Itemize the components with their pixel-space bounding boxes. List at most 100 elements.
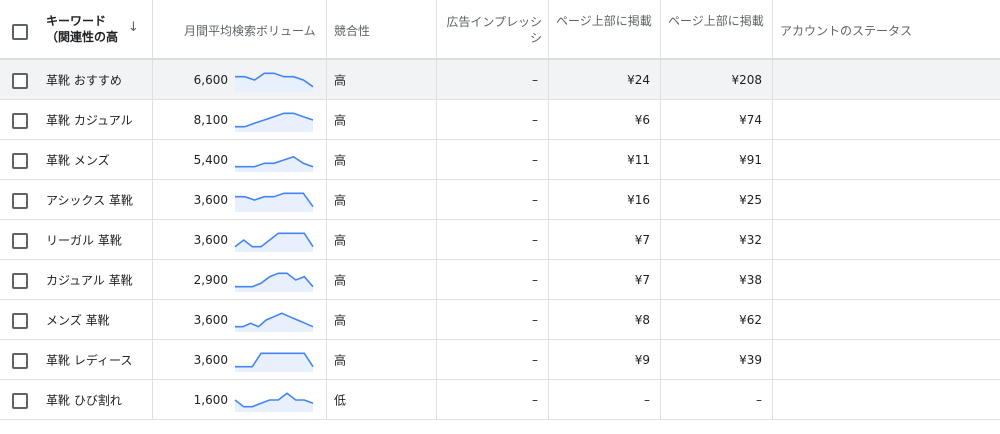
keyword-cell: カジュアル 革靴 [36, 260, 152, 299]
arrow-down-icon[interactable]: ↓ [128, 20, 139, 35]
bid-low-cell: ¥6 [548, 100, 660, 139]
competition-cell: 高 [326, 180, 436, 219]
bid-low-cell: – [548, 380, 660, 419]
row-checkbox[interactable] [12, 152, 28, 169]
row-checkbox-cell [0, 300, 36, 339]
sparkline-area [235, 273, 313, 292]
header-keyword[interactable]: キーワード （関連性の高 ↓ [36, 0, 152, 58]
competition-cell: 高 [326, 100, 436, 139]
keyword-text: カジュアル 革靴 [46, 273, 133, 287]
keyword-cell: 革靴 レディース [36, 340, 152, 379]
table-row[interactable]: リーガル 革靴 3,600 高 – ¥7 ¥32 [0, 220, 1000, 260]
keyword-text: アシックス 革靴 [46, 193, 133, 207]
impression-cell: – [436, 260, 548, 299]
bid-low-cell: ¥24 [548, 60, 660, 99]
competition-cell: 高 [326, 60, 436, 99]
header-volume[interactable]: 月間平均検索ボリューム [152, 0, 326, 58]
table-row[interactable]: 革靴 レディース 3,600 高 – ¥9 ¥39 [0, 340, 1000, 380]
row-checkbox-cell [0, 340, 36, 379]
row-checkbox-cell [0, 140, 36, 179]
impression-value: – [532, 312, 538, 327]
bid-low-value: ¥11 [627, 152, 650, 167]
row-checkbox[interactable] [12, 352, 28, 369]
header-impression[interactable]: 広告インプレッシ シ [436, 0, 548, 58]
row-checkbox[interactable] [12, 72, 28, 89]
bid-low-cell: ¥7 [548, 220, 660, 259]
account-status-cell [772, 100, 1000, 139]
impression-cell: – [436, 100, 548, 139]
bid-high-value: ¥32 [739, 232, 762, 247]
row-checkbox-cell [0, 220, 36, 259]
table-row[interactable]: アシックス 革靴 3,600 高 – ¥16 ¥25 [0, 180, 1000, 220]
row-checkbox[interactable] [12, 192, 28, 209]
keyword-text: 革靴 カジュアル [46, 113, 133, 127]
select-all-checkbox[interactable] [12, 24, 28, 40]
row-checkbox[interactable] [12, 232, 28, 249]
row-checkbox[interactable] [12, 272, 28, 289]
keyword-cell: メンズ 革靴 [36, 300, 152, 339]
bid-low-value: ¥8 [634, 312, 650, 327]
header-bid-high[interactable]: ページ上部に掲載 [660, 0, 772, 58]
table-row[interactable]: カジュアル 革靴 2,900 高 – ¥7 ¥38 [0, 260, 1000, 300]
impression-cell: – [436, 140, 548, 179]
table-row[interactable]: メンズ 革靴 3,600 高 – ¥8 ¥62 [0, 300, 1000, 340]
keyword-cell: 革靴 ひび割れ [36, 380, 152, 419]
table-row[interactable]: 革靴 おすすめ 6,600 高 – ¥24 ¥208 [0, 60, 1000, 100]
volume-value: 3,600 [193, 192, 228, 207]
trend-sparkline[interactable] [234, 388, 314, 412]
row-checkbox-cell [0, 380, 36, 419]
keyword-text: リーガル 革靴 [46, 233, 122, 247]
competition-value: 高 [334, 113, 347, 127]
trend-sparkline[interactable] [234, 148, 314, 172]
impression-cell: – [436, 220, 548, 259]
row-checkbox-cell [0, 180, 36, 219]
impression-value: – [532, 112, 538, 127]
impression-cell: – [436, 340, 548, 379]
bid-high-column-title: ページ上部に掲載 [668, 14, 764, 28]
header-account-status[interactable]: アカウントのステータス [772, 0, 1000, 58]
volume-cell: 3,600 [152, 340, 326, 379]
volume-value: 6,600 [193, 72, 228, 87]
header-bid-low[interactable]: ページ上部に掲載 [548, 0, 660, 58]
impression-value: – [532, 152, 538, 167]
bid-high-cell: ¥25 [660, 180, 772, 219]
trend-sparkline[interactable] [234, 188, 314, 212]
trend-sparkline[interactable] [234, 268, 314, 292]
impression-cell: – [436, 300, 548, 339]
volume-value: 5,400 [193, 152, 228, 167]
competition-value: 低 [334, 393, 347, 407]
competition-value: 高 [334, 153, 347, 167]
table-row[interactable]: 革靴 カジュアル 8,100 高 – ¥6 ¥74 [0, 100, 1000, 140]
table-row[interactable]: 革靴 ひび割れ 1,600 低 – – – [0, 380, 1000, 420]
trend-sparkline[interactable] [234, 68, 314, 92]
volume-column-title: 月間平均検索ボリューム [184, 24, 316, 38]
volume-value: 3,600 [193, 312, 228, 327]
bid-high-value: ¥62 [739, 312, 762, 327]
bid-low-cell: ¥11 [548, 140, 660, 179]
row-checkbox-cell [0, 60, 36, 99]
trend-sparkline[interactable] [234, 308, 314, 332]
trend-sparkline[interactable] [234, 348, 314, 372]
keyword-cell: リーガル 革靴 [36, 220, 152, 259]
bid-low-cell: ¥16 [548, 180, 660, 219]
impression-column-title: 広告インプレッシ シ [444, 14, 542, 46]
trend-sparkline[interactable] [234, 108, 314, 132]
trend-sparkline[interactable] [234, 228, 314, 252]
bid-high-cell: ¥208 [660, 60, 772, 99]
bid-high-cell: ¥39 [660, 340, 772, 379]
row-checkbox[interactable] [12, 312, 28, 329]
sparkline-area [235, 156, 313, 172]
keyword-text: メンズ 革靴 [46, 313, 110, 327]
row-checkbox[interactable] [12, 392, 28, 409]
account-status-cell [772, 260, 1000, 299]
bid-low-cell: ¥7 [548, 260, 660, 299]
impression-value: – [532, 232, 538, 247]
row-checkbox[interactable] [12, 112, 28, 129]
keyword-column-subtitle: （関連性の高 [46, 30, 119, 44]
keyword-text: 革靴 おすすめ [46, 73, 122, 87]
bid-high-cell: – [660, 380, 772, 419]
table-row[interactable]: 革靴 メンズ 5,400 高 – ¥11 ¥91 [0, 140, 1000, 180]
account-status-cell [772, 380, 1000, 419]
header-competition[interactable]: 競合性 [326, 0, 436, 58]
volume-cell: 1,600 [152, 380, 326, 419]
